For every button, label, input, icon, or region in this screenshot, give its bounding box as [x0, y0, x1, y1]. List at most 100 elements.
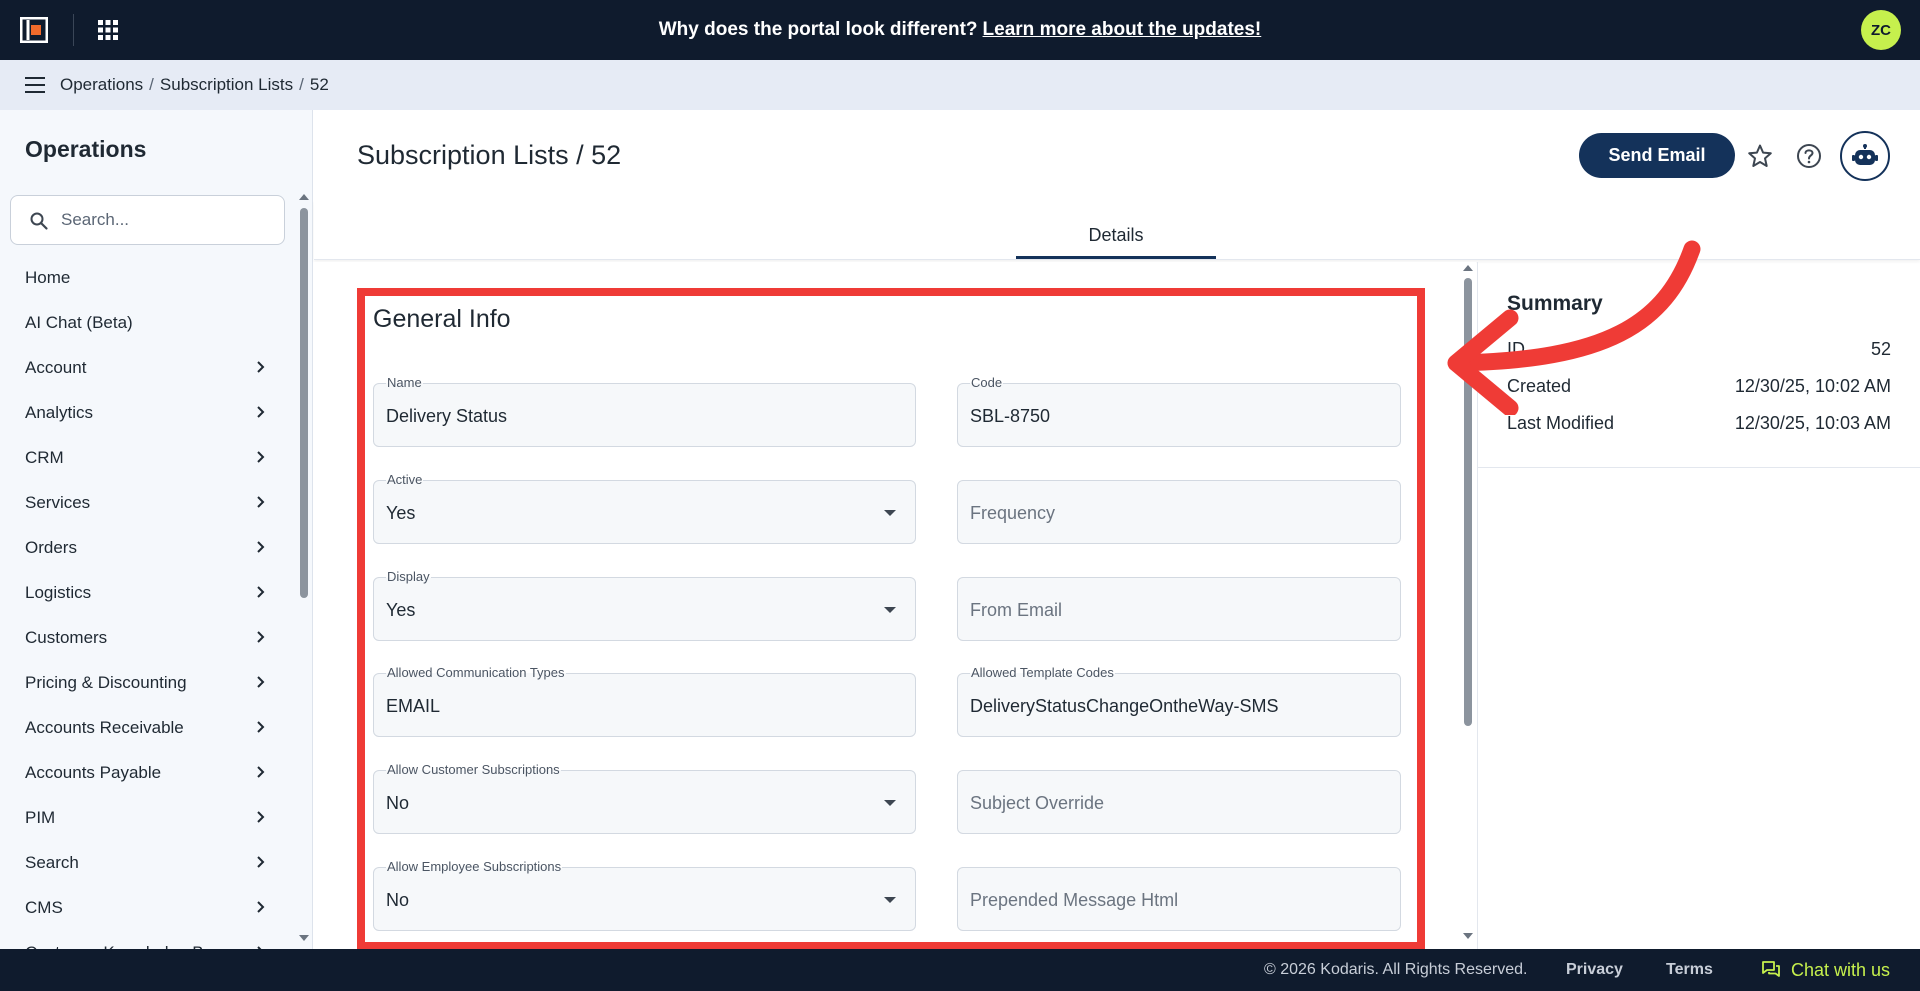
sidebar-item-ai-chat-beta[interactable]: AI Chat (Beta) [0, 300, 290, 345]
sidebar-item-label: Home [25, 267, 71, 287]
display-select[interactable]: Display Yes [373, 569, 916, 641]
scroll-up-arrow[interactable] [1463, 265, 1473, 271]
allowed-communication-types-field[interactable]: Allowed Communication Types EMAIL [373, 665, 916, 737]
subject-override-field[interactable]: Subject Override [957, 770, 1401, 834]
allowed-template-codes-field[interactable]: Allowed Template Codes DeliveryStatusChan… [957, 665, 1401, 737]
robot-icon [1852, 144, 1878, 165]
chevron-right-icon [257, 721, 265, 733]
summary-title: Summary [1507, 292, 1603, 315]
breadcrumb-subscription-lists[interactable]: Subscription Lists [160, 75, 293, 95]
ai-assistant-button[interactable] [1840, 131, 1890, 181]
content-scrollbar[interactable] [1464, 278, 1472, 726]
breadcrumb-operations[interactable]: Operations [60, 75, 143, 95]
sidebar-item-accounts-receivable[interactable]: Accounts Receivable [0, 705, 290, 750]
field-value: No [386, 793, 410, 813]
sidebar-item-label: Accounts Payable [25, 762, 162, 782]
chevron-right-icon [257, 541, 265, 553]
topbar-divider [73, 14, 74, 46]
apps-grid-icon[interactable] [97, 19, 119, 41]
sidebar-scrollbar[interactable] [300, 208, 308, 598]
sidebar-item-label: Services [25, 492, 91, 512]
allow-customer-subscriptions-select[interactable]: Allow Customer Subscriptions No [373, 762, 916, 834]
menu-icon[interactable] [25, 76, 45, 94]
sidebar-item-pim[interactable]: PIM [0, 795, 290, 840]
dropdown-caret-icon [884, 510, 896, 516]
sidebar-item-accounts-payable[interactable]: Accounts Payable [0, 750, 290, 795]
chevron-right-icon [257, 856, 265, 868]
footer: © 2026 Kodaris. All Rights Reserved. Pri… [0, 949, 1920, 991]
name-field[interactable]: Name Delivery Status [373, 375, 916, 447]
active-select[interactable]: Active Yes [373, 472, 916, 544]
star-icon[interactable] [1747, 143, 1773, 169]
frequency-field[interactable]: Frequency [957, 480, 1401, 544]
sidebar-item-pricing-discounting[interactable]: Pricing & Discounting [0, 660, 290, 705]
field-label: Allowed Communication Types [386, 665, 566, 680]
sidebar-item-logistics[interactable]: Logistics [0, 570, 290, 615]
scroll-down-arrow[interactable] [299, 935, 309, 941]
sidebar-item-label: Accounts Receivable [25, 717, 184, 737]
sidebar-search-input[interactable] [61, 196, 281, 244]
summary-label: ID [1507, 339, 1525, 359]
prepended-message-html-field[interactable]: Prepended Message Html [957, 867, 1401, 931]
chevron-right-icon [257, 451, 265, 463]
summary-row-last-modified: Last Modified 12/30/25, 10:03 AM [1507, 413, 1891, 434]
scroll-up-arrow[interactable] [299, 194, 309, 200]
field-value: DeliveryStatusChangeOntheWay-SMS [970, 696, 1279, 716]
sidebar-item-orders[interactable]: Orders [0, 525, 290, 570]
sidebar-item-label: Search [25, 852, 79, 872]
sidebar-item-crm[interactable]: CRM [0, 435, 290, 480]
chevron-right-icon [257, 811, 265, 823]
chat-icon [1762, 961, 1780, 977]
breadcrumb: Operations / Subscription Lists / 52 [60, 60, 329, 110]
chat-with-us-button[interactable]: Chat with us [1761, 949, 1890, 991]
sidebar-item-customers[interactable]: Customers [0, 615, 290, 660]
summary-row-id: ID 52 [1507, 339, 1891, 360]
chevron-right-icon [257, 586, 265, 598]
sidebar-item-cms[interactable]: CMS [0, 885, 290, 930]
sidebar-item-home[interactable]: Home [0, 255, 290, 300]
field-label: Code [970, 375, 1004, 390]
privacy-link[interactable]: Privacy [1566, 949, 1623, 991]
sidebar-item-search[interactable]: Search [0, 840, 290, 885]
sidebar-item-services[interactable]: Services [0, 480, 290, 525]
sidebar-item-analytics[interactable]: Analytics [0, 390, 290, 435]
update-banner: Why does the portal look different? Lear… [0, 0, 1920, 60]
sidebar-item-label: Customers [25, 627, 108, 647]
sidebar-item-customer-knowledge-b[interactable]: Customer Knowledge B [0, 930, 290, 949]
sidebar-search [10, 195, 285, 245]
field-placeholder: Frequency [970, 503, 1056, 523]
chevron-right-icon [257, 676, 265, 688]
allow-employee-subscriptions-select[interactable]: Allow Employee Subscriptions No [373, 859, 916, 931]
chat-label: Chat with us [1791, 959, 1891, 980]
tab-details[interactable]: Details [1016, 215, 1216, 259]
field-value: EMAIL [386, 696, 441, 716]
from-email-field[interactable]: From Email [957, 577, 1401, 641]
logo-icon[interactable] [20, 17, 48, 43]
code-field[interactable]: Code SBL-8750 [957, 375, 1401, 447]
field-value: Yes [386, 600, 416, 620]
terms-link[interactable]: Terms [1666, 949, 1713, 991]
sidebar-title: Operations [25, 136, 147, 162]
help-icon[interactable] [1796, 143, 1822, 169]
send-email-button[interactable]: Send Email [1579, 133, 1735, 178]
sidebar-item-label: AI Chat (Beta) [25, 312, 133, 332]
field-label: Allow Customer Subscriptions [386, 762, 561, 777]
summary-row-created: Created 12/30/25, 10:02 AM [1507, 376, 1891, 397]
chevron-right-icon [257, 361, 265, 373]
page-title: Subscription Lists / 52 [357, 140, 622, 170]
field-value: Yes [386, 503, 416, 523]
sidebar-item-account[interactable]: Account [0, 345, 290, 390]
sidebar-nav: Home AI Chat (Beta) Account Analytics CRM Ser… [0, 255, 290, 949]
scroll-down-arrow[interactable] [1463, 933, 1473, 939]
sidebar-item-label: Logistics [25, 582, 92, 602]
user-avatar[interactable]: ZC [1861, 10, 1901, 50]
sidebar-item-label: Analytics [25, 402, 94, 422]
chevron-right-icon [257, 496, 265, 508]
dropdown-caret-icon [884, 607, 896, 613]
summary-label: Created [1507, 376, 1572, 396]
chevron-right-icon [257, 766, 265, 778]
chevron-right-icon [257, 901, 265, 913]
breadcrumb-bar: Operations / Subscription Lists / 52 [0, 60, 1920, 110]
banner-learn-more-link[interactable]: Learn more about the updates! [983, 19, 1262, 41]
field-label: Allowed Template Codes [970, 665, 1115, 680]
